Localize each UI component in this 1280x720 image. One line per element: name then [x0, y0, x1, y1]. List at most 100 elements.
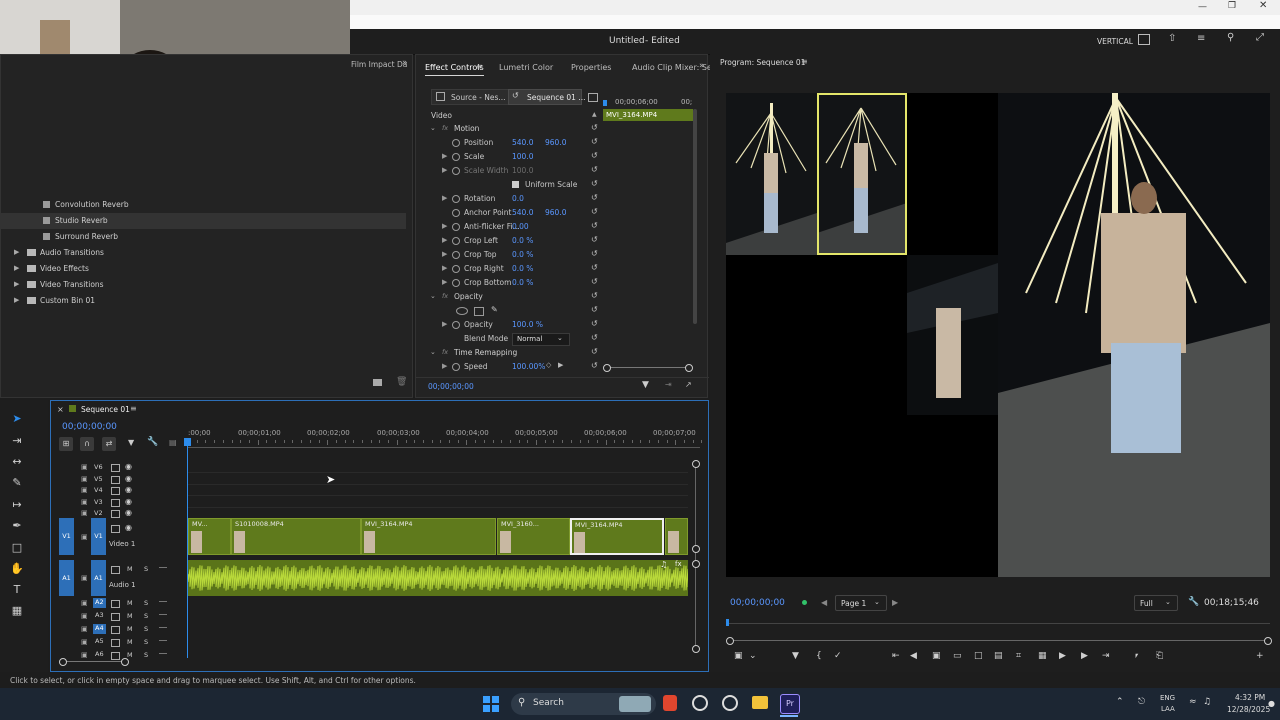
expand-icon[interactable]: ▶	[442, 152, 447, 160]
windows-start-icon[interactable]	[483, 696, 499, 712]
track-name[interactable]: A2	[93, 598, 106, 608]
mute-button[interactable]: M	[127, 651, 133, 659]
fx-icon[interactable]: fx	[442, 348, 448, 356]
snap-icon[interactable]: ∩	[80, 437, 94, 451]
video-clip[interactable]: S1010008.MP4	[231, 518, 361, 555]
next-page-icon[interactable]: ▶	[892, 598, 898, 607]
reset-icon[interactable]: ↺	[591, 277, 598, 286]
expand-icon[interactable]: ▶	[442, 362, 447, 370]
settings-wrench-icon[interactable]: 🔧	[147, 437, 158, 447]
clock-time[interactable]: 4:32 PM	[1235, 693, 1265, 702]
microphone-icon[interactable]: ⎻	[159, 598, 167, 608]
eye-icon[interactable]: ◉	[125, 508, 132, 517]
timeline-hscroll[interactable]	[63, 661, 125, 662]
chatgpt-icon[interactable]	[692, 695, 708, 711]
solo-button[interactable]: S	[144, 612, 148, 620]
reset-icon[interactable]: ↺	[591, 347, 598, 356]
eye-icon[interactable]: ◉	[125, 523, 132, 532]
wifi-icon[interactable]: ≈	[1189, 697, 1197, 707]
linked-selection-icon[interactable]: ⇄	[102, 437, 116, 451]
ellipse-mask-icon[interactable]	[456, 307, 468, 315]
delete-icon[interactable]: 🗑	[396, 377, 407, 387]
property-value[interactable]: 100.00%	[512, 362, 545, 371]
lock-icon[interactable]: ▣	[81, 612, 88, 620]
clock-date[interactable]: 12/28/2025	[1227, 705, 1270, 714]
menu-icon[interactable]: ≡	[1197, 33, 1205, 44]
expand-icon[interactable]: ▶	[442, 278, 447, 286]
expand-icon[interactable]: ▶	[14, 264, 19, 272]
effects-list-item[interactable]: ▶ Video Effects	[1, 261, 406, 277]
effects-list-item[interactable]: ▶ Audio Transitions	[1, 245, 406, 261]
ec-current-time[interactable]: 00;00;00;00	[428, 382, 474, 391]
safe-margins-icon[interactable]: ▦	[1038, 651, 1047, 661]
minimize-icon[interactable]: —	[1198, 2, 1207, 12]
solo-button[interactable]: S	[144, 565, 148, 573]
expand-icon[interactable]: ▶	[442, 250, 447, 258]
captions-icon[interactable]: ▤	[169, 438, 177, 447]
stopwatch-icon[interactable]	[452, 237, 460, 245]
taskbar-search[interactable]: ⚲ Search	[511, 693, 656, 715]
property-value[interactable]: 540.0	[512, 138, 533, 147]
track-target-a1[interactable]: A1	[91, 560, 106, 596]
close-tab-icon[interactable]: ×	[57, 405, 64, 414]
reset-icon[interactable]: ↺	[591, 123, 598, 132]
eye-icon[interactable]: ◉	[125, 474, 132, 483]
share-icon[interactable]: ⇧	[1168, 33, 1176, 44]
panel-menu-icon[interactable]: ≡	[130, 404, 137, 413]
microphone-icon[interactable]: ⎋	[1138, 697, 1145, 707]
lock-icon[interactable]: ▣	[81, 533, 88, 541]
volume-icon[interactable]: ♫	[1203, 697, 1211, 707]
tab-effect-controls[interactable]: Effect Controls	[425, 63, 484, 76]
mute-button[interactable]: M	[127, 638, 133, 646]
video-clip[interactable]: MVI_3164.MP4	[570, 518, 664, 555]
step-back-icon[interactable]: ◀	[910, 651, 917, 661]
lock-icon[interactable]: ▣	[81, 574, 88, 582]
video-frame[interactable]	[726, 93, 1270, 577]
page-selector[interactable]: Page 1 ⌄	[835, 595, 887, 611]
microphone-icon[interactable]: ⎻	[159, 637, 167, 647]
fx-icon[interactable]: fx	[442, 124, 448, 132]
lock-icon[interactable]: ▣	[81, 651, 88, 659]
expand-icon[interactable]: ▶	[442, 264, 447, 272]
more-tabs-icon[interactable]: »	[699, 61, 705, 71]
video-clip[interactable]: MVI_3160...	[497, 518, 570, 555]
grid-icon[interactable]: ⌗	[1016, 651, 1021, 661]
source-patch-v1[interactable]: V1	[59, 518, 74, 555]
more-tabs-icon[interactable]: »	[402, 58, 408, 68]
fullscreen-icon[interactable]: ⤢	[1256, 32, 1264, 43]
panel-menu-icon[interactable]: ≡	[801, 57, 808, 66]
go-to-in-icon[interactable]: ⇤	[892, 651, 900, 661]
ec-zoom-handle-right[interactable]	[685, 364, 693, 372]
sync-lock-icon[interactable]	[111, 525, 120, 533]
track-name[interactable]: A6	[93, 650, 106, 660]
track-name[interactable]: A5	[93, 637, 106, 647]
chevron-down-icon[interactable]: ⌄	[749, 651, 757, 661]
effects-list-item[interactable]: ▶ Custom Bin 01	[1, 293, 406, 309]
premiere-pro-icon[interactable]: Pr	[780, 694, 800, 714]
reset-icon[interactable]: ↺	[591, 305, 598, 314]
file-explorer-icon[interactable]	[752, 696, 768, 709]
timeline-title[interactable]: Sequence 01	[81, 405, 130, 414]
reset-icon[interactable]: ↺	[591, 319, 598, 328]
reset-icon[interactable]: ↺	[591, 179, 598, 188]
ec-zoom-slider[interactable]	[606, 367, 689, 368]
reset-icon[interactable]: ↺	[591, 221, 598, 230]
sync-lock-icon[interactable]	[111, 475, 120, 484]
layout-mode[interactable]: VERTICAL	[1097, 37, 1133, 46]
tab-lumetri-color[interactable]: Lumetri Color	[499, 63, 553, 72]
compare-icon[interactable]: ▭	[953, 651, 962, 661]
chevron-down-icon[interactable]: ⌄	[430, 292, 436, 300]
export-icon[interactable]: ↗	[685, 380, 692, 389]
program-timecode[interactable]: 00;00;00;00	[730, 598, 785, 608]
sequence-selector[interactable]: ↺ Sequence 01 ...	[508, 89, 585, 105]
hand-tool-icon[interactable]: ✋	[8, 561, 26, 577]
property-value[interactable]: 0.0 %	[512, 264, 533, 273]
source-patch-a1[interactable]: A1	[59, 560, 74, 596]
export-frame-icon[interactable]: ▣	[932, 651, 941, 661]
razor-tool-icon[interactable]: ✎	[8, 475, 26, 491]
pen-tool-icon[interactable]: ✒	[8, 518, 26, 534]
expand-icon[interactable]: ▶	[442, 222, 447, 230]
solo-button[interactable]: S	[144, 651, 148, 659]
chrome-icon[interactable]	[722, 695, 738, 711]
stopwatch-icon[interactable]	[452, 251, 460, 259]
